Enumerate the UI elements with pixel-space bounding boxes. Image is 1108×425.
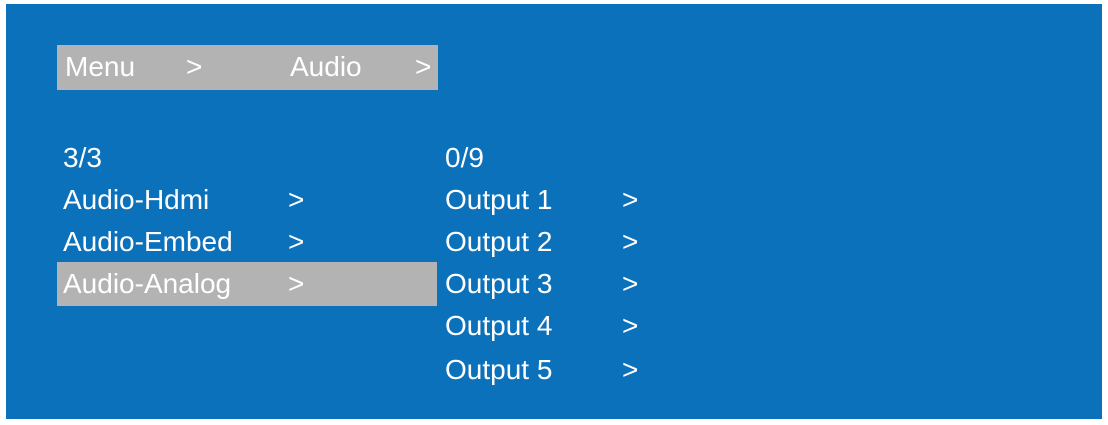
chevron-right-icon: >: [622, 226, 639, 257]
menu-item-label: Output 1: [445, 184, 553, 215]
menu-item-label: Output 5: [445, 354, 553, 385]
right-page-counter: 0/9: [445, 142, 484, 173]
chevron-right-icon: >: [622, 268, 639, 299]
chevron-right-icon: >: [288, 268, 305, 299]
chevron-right-icon: >: [622, 184, 639, 215]
breadcrumb-separator-2: >: [415, 51, 432, 82]
chevron-right-icon: >: [288, 184, 305, 215]
menu-item-label: Audio-Embed: [63, 226, 233, 257]
menu-item-label: Audio-Analog: [63, 268, 232, 299]
menu-item-label: Output 4: [445, 310, 553, 341]
breadcrumb-menu[interactable]: Menu: [65, 49, 135, 85]
chevron-right-icon: >: [622, 310, 639, 341]
chevron-right-icon: >: [288, 226, 305, 257]
osd-screen: Menu > Audio > 3/3 Audio-Hdmi > Audio-Em…: [6, 4, 1102, 419]
menu-item-audio-analog[interactable]: Audio-Analog >: [57, 262, 437, 306]
breadcrumb-separator-1: >: [186, 51, 203, 82]
chevron-right-icon: >: [622, 354, 639, 385]
breadcrumb: Menu > Audio >: [57, 45, 438, 90]
breadcrumb-audio[interactable]: Audio: [290, 49, 362, 85]
menu-item-label: Output 3: [445, 268, 553, 299]
menu-item-label: Output 2: [445, 226, 553, 257]
left-page-counter: 3/3: [63, 142, 102, 173]
menu-item-label: Audio-Hdmi: [63, 184, 210, 215]
